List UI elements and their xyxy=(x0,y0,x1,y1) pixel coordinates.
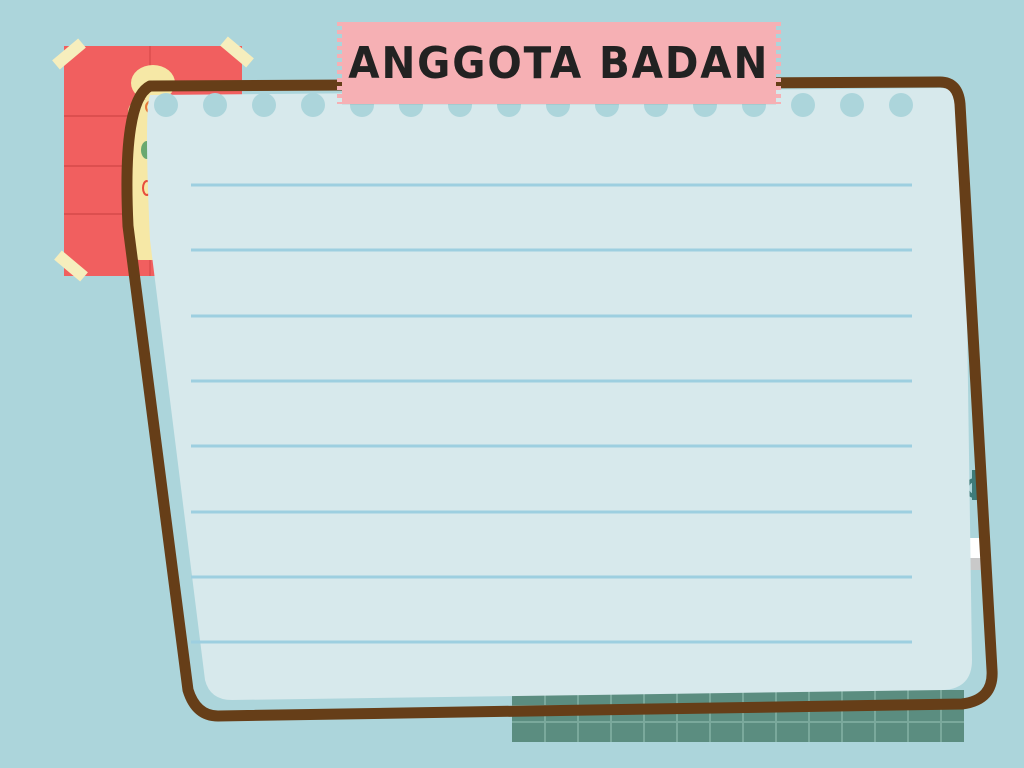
background-decor xyxy=(52,36,998,742)
page-title: ANGGOTA BADAN xyxy=(348,37,770,89)
notebook-paper xyxy=(147,88,972,700)
title-tape: ANGGOTA BADAN xyxy=(337,22,781,104)
tile-panel xyxy=(512,690,964,742)
